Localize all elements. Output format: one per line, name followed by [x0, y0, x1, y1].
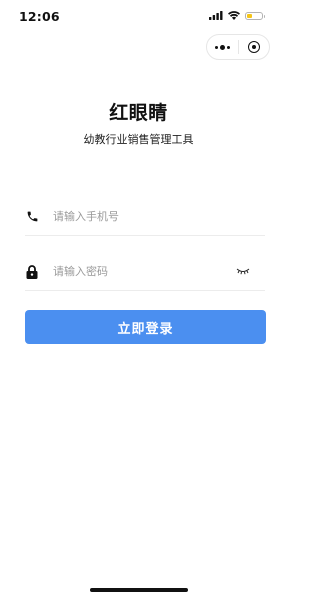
more-button[interactable] [207, 35, 238, 59]
target-close-icon [247, 41, 260, 53]
close-button[interactable] [239, 35, 270, 59]
login-button[interactable]: 立即登录 [25, 310, 266, 344]
app-title: 红眼睛 [109, 102, 168, 124]
status-bar: 12:06 [0, 0, 277, 34]
battery-icon [245, 11, 265, 20]
lock-icon [25, 264, 39, 279]
capsule-menu [206, 34, 270, 60]
battery-level [247, 13, 252, 18]
app-subtitle: 幼教行业销售管理工具 [83, 133, 194, 146]
phone-input[interactable] [53, 210, 213, 223]
status-icons [209, 11, 265, 20]
phone-field [25, 198, 265, 236]
status-time: 12:06 [19, 9, 60, 24]
wifi-icon [228, 11, 240, 20]
phone-icon [25, 210, 39, 224]
signal-icon [209, 11, 223, 20]
more-dots-icon [214, 44, 230, 50]
password-field [25, 253, 265, 291]
password-input[interactable] [53, 265, 213, 278]
home-indicator[interactable] [89, 588, 188, 592]
eye-closed-icon[interactable] [236, 265, 250, 277]
